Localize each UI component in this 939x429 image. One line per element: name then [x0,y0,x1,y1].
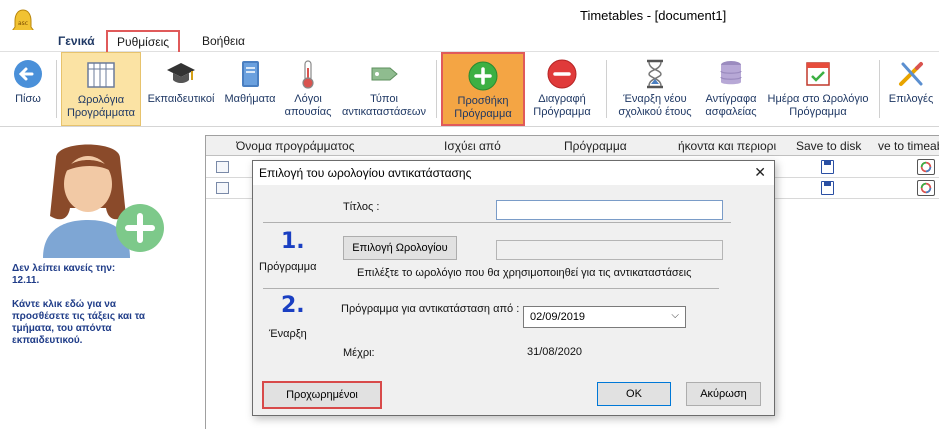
from-date-select[interactable]: 02/09/2019 ⌵ [523,306,686,328]
select-substitution-timetable-dialog: Επιλογή του ωρολογίου αντικατάστασης ✕ Τ… [252,160,775,416]
until-label: Μέχρι: [343,347,375,359]
minus-circle-icon [547,59,577,89]
calendar-check-icon [806,62,830,86]
graduation-cap-icon [167,63,195,83]
ribbon-separator [879,60,880,118]
chosen-timetable-field [496,240,723,260]
dialog-title: Επιλογή του ωρολογίου αντικατάστασης [259,166,472,180]
until-date: 31/08/2020 [527,346,583,358]
tools-icon [899,62,923,86]
from-label: Πρόγραμμα για αντικατάσταση από : [341,303,520,315]
substitution-types-button[interactable]: Τύποι αντικαταστάσεων [336,52,432,126]
close-icon[interactable]: ✕ [754,164,766,181]
column-header-save-to-timetables[interactable]: ve to timeab [878,139,939,153]
tab-settings[interactable]: Ρυθμίσεις [106,30,181,54]
teacher-avatar-icon[interactable] [18,138,168,258]
window-title: Timetables - [document1] [580,8,727,23]
column-header-name[interactable]: Όνομα προγράμματος [236,139,396,153]
step-2-number: 2. [281,293,305,318]
timetables-export-icon[interactable] [917,180,935,196]
back-arrow-icon [14,60,42,88]
choose-timetable-button[interactable]: Επιλογή Ωρολογίου [343,236,457,260]
title-bar: asc Timetables - [document1] [0,0,939,36]
from-date-value: 02/09/2019 [530,311,586,323]
delete-schedule-button[interactable]: Διαγραφή Πρόγραμμα [527,52,597,126]
step-2-label: Έναρξη [269,328,307,340]
backups-button[interactable]: Αντίγραφα ασφαλείας [699,52,763,126]
grid-header: Όνομα προγράμματος Ισχύει από Πρόγραμμα … [206,136,939,156]
column-header-valid-from[interactable]: Ισχύει από [444,139,544,153]
floppy-disk-icon[interactable] [821,160,834,174]
subjects-button[interactable]: Μαθήματα [221,52,279,126]
tag-icon [371,67,398,81]
table-grid-icon [87,62,115,88]
title-label: Τίτλος : [343,201,380,213]
book-icon [242,61,259,87]
teachers-button[interactable]: Εκπαιδευτικοί [142,52,220,126]
timetable-icon [216,161,229,173]
database-icon [720,61,742,85]
step-1-label: Πρόγραμμα [259,261,317,273]
column-header-save-to-disk[interactable]: Save to disk [796,139,866,153]
choose-hint: Επιλέξτε το ωρολόγιο που θα χρησιμοποιηθ… [357,267,692,279]
divider [263,222,731,223]
hourglass-icon [647,59,663,89]
ok-button[interactable]: OK [597,382,671,406]
ribbon-separator [56,60,57,118]
timetables-button[interactable]: Ωρολόγια Προγράμματα [61,52,141,126]
left-panel: Δεν λείπει κανείς την: 12.11. Κάντε κλικ … [0,128,200,429]
column-header-program[interactable]: Πρόγραμμα [564,139,664,153]
options-button[interactable]: Επιλογές [884,52,938,126]
floppy-disk-icon[interactable] [821,181,834,195]
column-header-limits[interactable]: ήκοντα και περιορι [678,139,782,153]
absence-reasons-button[interactable]: Λόγοι απουσίας [282,52,334,126]
step-1-number: 1. [281,229,305,254]
tab-general[interactable]: Γενικά [50,32,103,52]
plus-circle-icon [468,61,498,91]
cancel-button[interactable]: Ακύρωση [686,382,761,406]
dialog-title-bar: Επιλογή του ωρολογίου αντικατάστασης ✕ [253,161,774,185]
title-input[interactable] [496,200,723,220]
absence-note[interactable]: Δεν λείπει κανείς την: 12.11. Κάντε κλικ … [12,263,162,359]
thermometer-icon [302,60,314,89]
svg-text:asc: asc [18,20,28,27]
timetables-export-icon[interactable] [917,159,935,175]
ribbon-separator [606,60,607,118]
day-in-schedule-button[interactable]: Ημέρα στο Ωρολόγιο Πρόγραμμα [762,52,874,126]
ribbon: Πίσω Ωρολόγια Προγράμματα Εκπαιδευτικοί … [0,52,939,127]
chevron-down-icon: ⌵ [671,310,679,321]
add-schedule-button[interactable]: Προσθήκη Πρόγραμμα [441,52,525,126]
new-school-year-button[interactable]: Έναρξη νέου σχολικού έτους [612,52,698,126]
advanced-button[interactable]: Προχωρημένοι [262,381,382,409]
back-button[interactable]: Πίσω [4,52,52,126]
divider [263,288,719,289]
ribbon-separator [436,60,437,118]
timetable-icon [216,182,229,194]
ribbon-tabs: Γενικά Ρυθμίσεις Βοήθεια [0,30,939,54]
tab-help[interactable]: Βοήθεια [194,32,253,52]
